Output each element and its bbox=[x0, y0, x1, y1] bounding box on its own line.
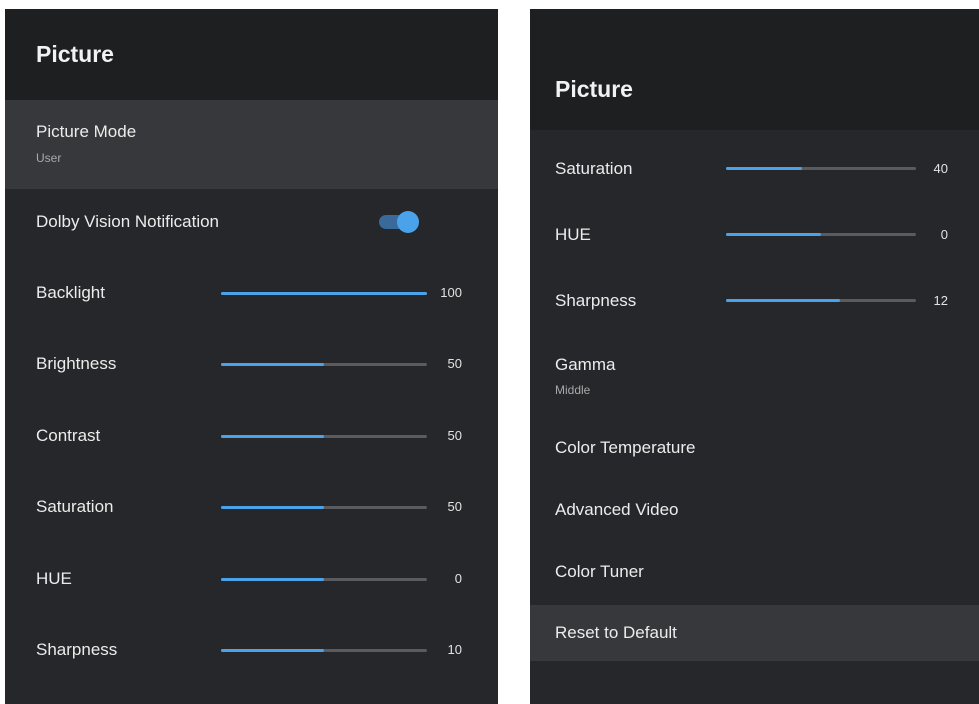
backlight-slider-fill bbox=[221, 292, 427, 295]
menu-item-gamma[interactable]: Gamma Middle bbox=[530, 342, 979, 408]
panel-header: Picture bbox=[5, 9, 498, 100]
saturation-slider-fill bbox=[221, 506, 324, 510]
sharpness-slider-fill bbox=[221, 649, 324, 652]
hue-slider[interactable] bbox=[726, 233, 916, 236]
panel-header: Picture bbox=[530, 9, 979, 130]
dolby-vision-toggle[interactable] bbox=[379, 211, 419, 233]
slider-row-sharpness[interactable]: Sharpness 12 bbox=[530, 272, 979, 330]
sharpness-label: Sharpness bbox=[36, 640, 118, 659]
dolby-vision-label: Dolby Vision Notification bbox=[36, 212, 219, 231]
menu-item-dolby-vision-notification[interactable]: Dolby Vision Notification bbox=[5, 189, 498, 253]
slider-row-saturation[interactable]: Saturation 50 bbox=[5, 475, 498, 539]
menu-item-reset-to-default[interactable]: Reset to Default bbox=[530, 605, 979, 661]
slider-row-backlight[interactable]: Backlight 100 bbox=[5, 261, 498, 325]
menu-item-color-temperature[interactable]: Color Temperature bbox=[530, 419, 979, 475]
toggle-knob bbox=[397, 211, 419, 233]
hue-slider[interactable] bbox=[221, 577, 427, 581]
backlight-value: 100 bbox=[440, 285, 462, 300]
backlight-slider[interactable] bbox=[221, 292, 427, 295]
reset-to-default-label: Reset to Default bbox=[555, 623, 677, 642]
saturation-value: 50 bbox=[447, 499, 462, 515]
hue-label: HUE bbox=[36, 568, 72, 588]
hue-slider-fill bbox=[726, 233, 821, 236]
contrast-slider-fill bbox=[221, 434, 324, 438]
contrast-label: Contrast bbox=[36, 425, 101, 445]
slider-row-sharpness[interactable]: Sharpness 10 bbox=[5, 618, 498, 682]
sharpness-slider-fill bbox=[726, 299, 840, 302]
sharpness-slider[interactable] bbox=[726, 299, 916, 302]
slider-row-contrast[interactable]: Contrast 50 bbox=[5, 404, 498, 468]
brightness-label: Brightness bbox=[36, 354, 117, 374]
hue-slider-fill bbox=[221, 577, 324, 581]
menu-item-advanced-video[interactable]: Advanced Video bbox=[530, 481, 979, 537]
saturation-slider-fill bbox=[726, 167, 802, 170]
picture-settings-panel-left: Picture Picture Mode User Dolby Vision N… bbox=[5, 9, 498, 704]
menu-item-picture-mode[interactable]: Picture Mode User bbox=[5, 100, 498, 189]
sharpness-value: 10 bbox=[447, 642, 462, 657]
slider-row-hue[interactable]: HUE 0 bbox=[530, 206, 979, 264]
saturation-slider[interactable] bbox=[221, 506, 427, 510]
saturation-label: Saturation bbox=[555, 159, 633, 178]
slider-row-brightness[interactable]: Brightness 50 bbox=[5, 332, 498, 396]
saturation-label: Saturation bbox=[36, 497, 114, 517]
picture-mode-value: User bbox=[36, 151, 62, 165]
brightness-value: 50 bbox=[447, 356, 462, 372]
saturation-value: 40 bbox=[933, 161, 948, 176]
picture-mode-label: Picture Mode bbox=[36, 122, 137, 141]
backlight-label: Backlight bbox=[36, 283, 105, 302]
contrast-value: 50 bbox=[447, 427, 462, 443]
color-temperature-label: Color Temperature bbox=[555, 438, 696, 457]
slider-row-saturation[interactable]: Saturation 40 bbox=[530, 140, 979, 198]
page-title: Picture bbox=[36, 41, 114, 67]
contrast-slider[interactable] bbox=[221, 434, 427, 438]
gamma-value: Middle bbox=[555, 383, 591, 397]
color-tuner-label: Color Tuner bbox=[555, 562, 644, 581]
sharpness-label: Sharpness bbox=[555, 291, 637, 310]
hue-value: 0 bbox=[940, 227, 948, 242]
page-title: Picture bbox=[555, 76, 633, 102]
sharpness-value: 12 bbox=[933, 293, 948, 308]
slider-row-hue[interactable]: HUE 0 bbox=[5, 547, 498, 611]
saturation-slider[interactable] bbox=[726, 167, 916, 170]
menu-item-color-tuner[interactable]: Color Tuner bbox=[530, 543, 979, 599]
brightness-slider[interactable] bbox=[221, 363, 427, 367]
gamma-label: Gamma bbox=[555, 355, 616, 374]
sharpness-slider[interactable] bbox=[221, 649, 427, 652]
advanced-video-label: Advanced Video bbox=[555, 500, 679, 519]
hue-value: 0 bbox=[454, 570, 462, 586]
picture-settings-panel-right: Picture Saturation 40 HUE 0 Sharpness 12 Gamm… bbox=[530, 9, 979, 704]
hue-label: HUE bbox=[555, 225, 591, 244]
brightness-slider-fill bbox=[221, 363, 324, 367]
